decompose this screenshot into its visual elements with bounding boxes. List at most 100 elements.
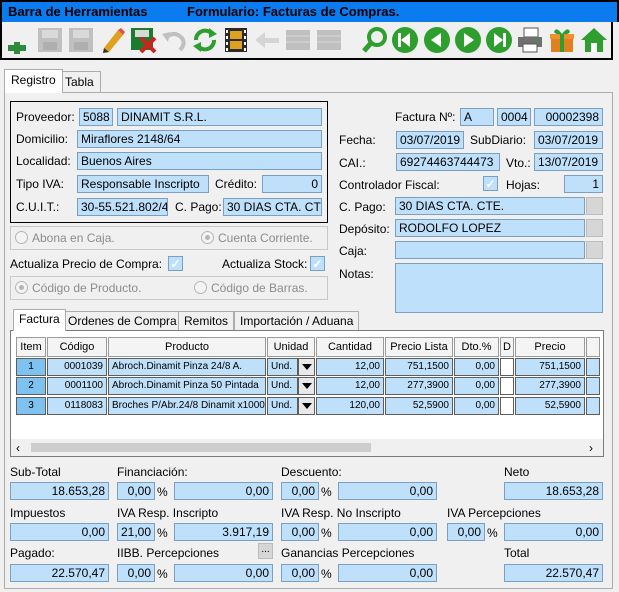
col-header-codigo[interactable]: Código <box>47 337 107 357</box>
notas-field[interactable] <box>395 263 603 313</box>
cell-unidad[interactable]: Und. <box>267 397 298 415</box>
undo-button[interactable] <box>159 25 189 55</box>
domicilio-field[interactable]: Miraflores 2148/64 <box>77 130 322 148</box>
factura-numero-field[interactable]: 00002398 <box>534 108 603 126</box>
pagado-field[interactable]: 22.570,47 <box>10 564 109 582</box>
cell-d-checkbox[interactable] <box>500 397 514 415</box>
cell-unidad[interactable]: Und. <box>267 377 298 395</box>
unidad-dropdown[interactable] <box>298 377 315 395</box>
cell-producto[interactable]: Abroch.Dinamit Pinza 24/8 A. <box>108 358 266 376</box>
caja-lookup-button[interactable] <box>586 241 603 259</box>
print-button[interactable] <box>515 25 545 55</box>
cai-field[interactable]: 69274463744473 <box>396 153 500 171</box>
controlador-checkbox[interactable]: ✓ <box>483 176 498 191</box>
iibb-field[interactable]: 0,00 <box>174 564 273 582</box>
financiacion-pct-field[interactable]: 0,00 <box>117 482 155 500</box>
cell-item[interactable]: 3 <box>16 397 46 415</box>
scrollbar-thumb[interactable] <box>31 443 371 452</box>
neto-field[interactable]: 18.653,28 <box>504 482 603 500</box>
cell-item[interactable]: 1 <box>16 358 46 376</box>
deposito-lookup-button[interactable] <box>586 219 603 237</box>
cuit-field[interactable]: 30-55.521.802/4 <box>77 198 168 216</box>
tipo-iva-field[interactable]: Responsable Inscripto <box>77 175 209 193</box>
cell-codigo[interactable]: 0001039 <box>47 358 107 376</box>
ganancias-field[interactable]: 0,00 <box>338 564 437 582</box>
save-as-button[interactable] <box>66 25 96 55</box>
cell-producto[interactable]: Broches P/Abr.24/8 Dinamit x1000 <box>108 397 266 415</box>
iva-rni-pct-field[interactable]: 0,00 <box>281 523 319 541</box>
prev-button[interactable] <box>422 25 452 55</box>
ganancias-pct-field[interactable]: 0,00 <box>281 564 319 582</box>
proveedor-name-field[interactable]: DINAMIT S.R.L. <box>117 108 322 126</box>
cell-precio-lista[interactable]: 277,3900 <box>385 377 453 395</box>
cell-precio-lista[interactable]: 52,5900 <box>385 397 453 415</box>
grid2-button[interactable] <box>314 25 344 55</box>
iva-perc-pct-field[interactable]: 0,00 <box>447 523 485 541</box>
gift-button[interactable] <box>547 25 577 55</box>
actualiza-precio-checkbox[interactable]: ✓ <box>168 256 183 271</box>
cell-cantidad[interactable]: 12,00 <box>316 358 384 376</box>
cell-cantidad[interactable]: 12,00 <box>316 377 384 395</box>
search-button[interactable] <box>360 25 390 55</box>
cell-d-checkbox[interactable] <box>500 358 514 376</box>
last-button[interactable] <box>484 25 514 55</box>
col-header-cantidad[interactable]: Cantidad <box>316 337 384 357</box>
total-field[interactable]: 22.570,47 <box>504 564 603 582</box>
home-button[interactable] <box>579 25 609 55</box>
cpago-left-field[interactable]: 30 DIAS CTA. CT <box>223 198 322 216</box>
return-button[interactable] <box>252 25 282 55</box>
proveedor-code-field[interactable]: 5088 <box>79 108 113 126</box>
cell-precio[interactable]: 52,5900 <box>515 397 585 415</box>
fecha-field[interactable]: 03/07/2019 <box>396 131 464 149</box>
tab-factura[interactable]: Factura <box>13 309 66 331</box>
cpago-lookup-button[interactable] <box>586 197 603 215</box>
next-button[interactable] <box>453 25 483 55</box>
cpago-right-field[interactable]: 30 DIAS CTA. CTE. <box>395 197 585 215</box>
col-header-precio[interactable]: Precio <box>515 337 585 357</box>
horizontal-scrollbar[interactable]: ‹ › <box>11 439 603 456</box>
tab-registro[interactable]: Registro <box>4 69 63 93</box>
cell-item[interactable]: 2 <box>16 377 46 395</box>
cell-codigo[interactable]: 0001100 <box>47 377 107 395</box>
iibb-pct-field[interactable]: 0,00 <box>117 564 155 582</box>
factura-letra-field[interactable]: A <box>460 108 494 126</box>
film-button[interactable] <box>221 25 251 55</box>
caja-field[interactable] <box>395 241 585 259</box>
cuenta-corriente-radio[interactable] <box>201 231 214 244</box>
cell-precio-lista[interactable]: 751,1500 <box>385 358 453 376</box>
tab-ordenes-compra[interactable]: Ordenes de Compra <box>62 311 183 330</box>
vto-field[interactable]: 13/07/2019 <box>534 153 603 171</box>
cell-codigo[interactable]: 0118083 <box>47 397 107 415</box>
codigo-barras-radio[interactable] <box>194 281 207 294</box>
add-button[interactable] <box>2 25 32 55</box>
localidad-field[interactable]: Buenos Aires <box>77 152 322 170</box>
iibb-detail-button[interactable]: ... <box>258 543 273 559</box>
cell-d-checkbox[interactable] <box>500 377 514 395</box>
cell-dto[interactable]: 0,00 <box>454 397 499 415</box>
iva-perc-field[interactable]: 0,00 <box>504 523 603 541</box>
col-header-item[interactable]: Item <box>16 337 46 357</box>
credito-field[interactable]: 0 <box>262 175 322 193</box>
financiacion-field[interactable]: 0,00 <box>174 482 273 500</box>
tab-importacion[interactable]: Importación / Aduana <box>234 311 360 330</box>
first-button[interactable] <box>390 25 420 55</box>
col-header-d[interactable]: D <box>500 337 514 357</box>
tab-remitos[interactable]: Remitos <box>178 311 235 330</box>
scroll-right-icon[interactable]: › <box>589 441 593 455</box>
refresh-button[interactable] <box>190 25 220 55</box>
col-header-unidad[interactable]: Unidad <box>267 337 315 357</box>
hojas-field[interactable]: 1 <box>564 175 603 193</box>
deposito-field[interactable]: RODOLFO LOPEZ <box>395 219 585 237</box>
cell-precio[interactable]: 277,3900 <box>515 377 585 395</box>
save-button[interactable] <box>35 25 65 55</box>
iva-rni-field[interactable]: 0,00 <box>338 523 437 541</box>
iva-ri-field[interactable]: 3.917,19 <box>174 523 273 541</box>
abona-caja-radio[interactable] <box>15 231 28 244</box>
edit-button[interactable] <box>97 25 127 55</box>
tab-tabla[interactable]: Tabla <box>58 71 101 92</box>
delete-button[interactable] <box>128 25 158 55</box>
actualiza-stock-checkbox[interactable]: ✓ <box>310 256 325 271</box>
cell-precio[interactable]: 751,1500 <box>515 358 585 376</box>
unidad-dropdown[interactable] <box>298 397 315 415</box>
descuento-field[interactable]: 0,00 <box>338 482 437 500</box>
